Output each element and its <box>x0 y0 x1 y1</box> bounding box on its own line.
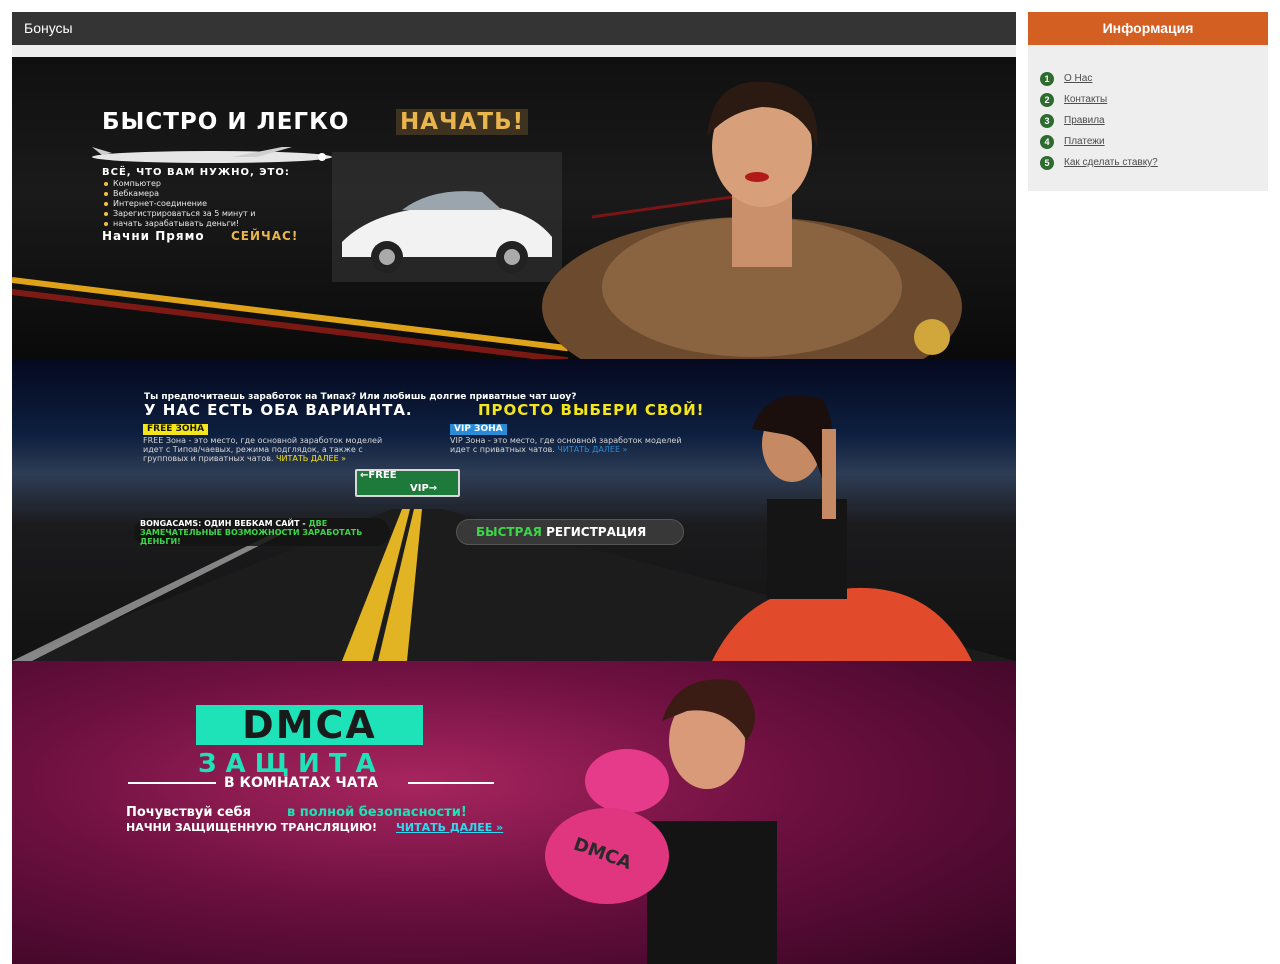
vip-zone-tag: VIP ЗОНА <box>450 424 507 435</box>
model-photo <box>712 395 972 661</box>
divider-line <box>128 782 216 784</box>
sidebar-item-about[interactable]: 1 О Нас <box>1040 68 1158 89</box>
quick-registration-text: РЕГИСТРАЦИЯ <box>546 525 647 539</box>
dmca-read-more-link[interactable]: ЧИТАТЬ ДАЛЕЕ » <box>396 821 503 834</box>
banner-free-vip-zones[interactable]: Ты предпочитаешь заработок на Типах? Или… <box>12 359 1016 661</box>
sidebar-item-rules[interactable]: 3 Правила <box>1040 110 1158 131</box>
sidebar-menu: 1 О Нас 2 Контакты 3 Правила 4 Платежи 5… <box>1040 68 1158 173</box>
page: Бонусы БЫСТРО И ЛЕГКО НАЧАТЬ! ВСЁ, ЧТО В… <box>0 0 1280 964</box>
sidebar-link-payments[interactable]: Платежи <box>1064 136 1105 147</box>
divider-line <box>408 782 494 784</box>
number-badge: 5 <box>1040 155 1054 170</box>
sidebar-item-payments[interactable]: 4 Платежи <box>1040 131 1158 152</box>
banner-feel-text: Почувствуй себя <box>126 805 251 820</box>
banner-easy-start[interactable]: БЫСТРО И ЛЕГКО НАЧАТЬ! ВСЁ, ЧТО ВАМ НУЖН… <box>12 57 1016 359</box>
list-item: Компьютер <box>104 179 255 189</box>
banner-cta: Начни Прямо <box>102 229 205 243</box>
free-zone-description: FREE Зона - это место, где основной зара… <box>143 436 391 463</box>
banner-heading: У НАС ЕСТЬ ОБА ВАРИАНТА. <box>144 401 413 419</box>
bongacams-pill-text: BONGACAMS: ОДИН ВЕБКАМ САЙТ - ДВЕ ЗАМЕЧА… <box>140 519 390 546</box>
banner-heading-accent: ПРОСТО ВЫБЕРИ СВОЙ! <box>478 401 705 419</box>
number-badge: 3 <box>1040 113 1054 128</box>
jet-image <box>92 147 332 163</box>
list-item: начать зарабатывать деньги! <box>104 219 255 229</box>
vip-zone-description: VIP Зона - это место, где основной зараб… <box>450 436 702 454</box>
road-sign-free-label: ←FREE <box>360 470 397 481</box>
sidebar-title: Информация <box>1028 12 1268 45</box>
sidebar-link-about[interactable]: О Нас <box>1064 73 1092 84</box>
banner-title-accent: НАЧАТЬ! <box>396 109 529 135</box>
model-photo: DMCA <box>545 679 777 964</box>
list-item: Вебкамера <box>104 189 255 199</box>
vip-zone-read-more-link[interactable]: ЧИТАТЬ ДАЛЕЕ » <box>557 445 627 454</box>
sidebar-link-contacts[interactable]: Контакты <box>1064 94 1107 105</box>
free-zone-read-more-link[interactable]: ЧИТАТЬ ДАЛЕЕ » <box>276 454 346 463</box>
list-item: Интернет-соединение <box>104 199 255 209</box>
car-image <box>332 152 562 282</box>
quick-registration-label[interactable]: БЫСТРАЯ РЕГИСТРАЦИЯ <box>476 525 646 539</box>
number-badge: 2 <box>1040 92 1054 107</box>
dmca-logo: DMCA <box>242 703 377 747</box>
banner-start-text: НАЧНИ ЗАЩИЩЕННУЮ ТРАНСЛЯЦИЮ! <box>126 821 378 834</box>
sidebar-item-how-to-bet[interactable]: 5 Как сделать ставку? <box>1040 152 1158 173</box>
pill-text: BONGACAMS: ОДИН ВЕБКАМ САЙТ - <box>140 519 306 528</box>
number-badge: 1 <box>1040 71 1054 86</box>
banner-cta-accent: СЕЙЧАС! <box>231 229 299 243</box>
list-item: Зарегистрироваться за 5 минут и <box>104 209 255 219</box>
free-zone-text: FREE Зона - это место, где основной зара… <box>143 436 383 463</box>
page-title: Бонусы <box>12 12 1016 45</box>
quick-registration-accent: БЫСТРАЯ <box>476 525 542 539</box>
banner-title: БЫСТРО И ЛЕГКО <box>102 109 350 135</box>
banner-rooms-text: В КОМНАТАХ ЧАТА <box>224 775 378 791</box>
model-photo <box>542 81 962 359</box>
sidebar-item-contacts[interactable]: 2 Контакты <box>1040 89 1158 110</box>
free-zone-tag: FREE ЗОНА <box>143 424 209 435</box>
requirements-heading: ВСЁ, ЧТО ВАМ НУЖНО, ЭТО: <box>102 167 290 178</box>
number-badge: 4 <box>1040 134 1054 149</box>
road-stripe <box>12 289 569 359</box>
sidebar-link-how-to-bet[interactable]: Как сделать ставку? <box>1064 157 1158 168</box>
road-stripe <box>12 277 569 352</box>
header-divider <box>12 45 1016 57</box>
banner-dmca-protection[interactable]: DMCA DMCA ЗАЩИТА В КОМНАТАХ ЧАТА Почувст… <box>12 661 1016 964</box>
road-sign-vip-label: VIP→ <box>410 483 438 494</box>
sidebar-link-rules[interactable]: Правила <box>1064 115 1105 126</box>
requirements-list: Компьютер Вебкамера Интернет-соединение … <box>104 179 255 229</box>
banner-feel-accent: в полной безопасности! <box>287 805 467 820</box>
